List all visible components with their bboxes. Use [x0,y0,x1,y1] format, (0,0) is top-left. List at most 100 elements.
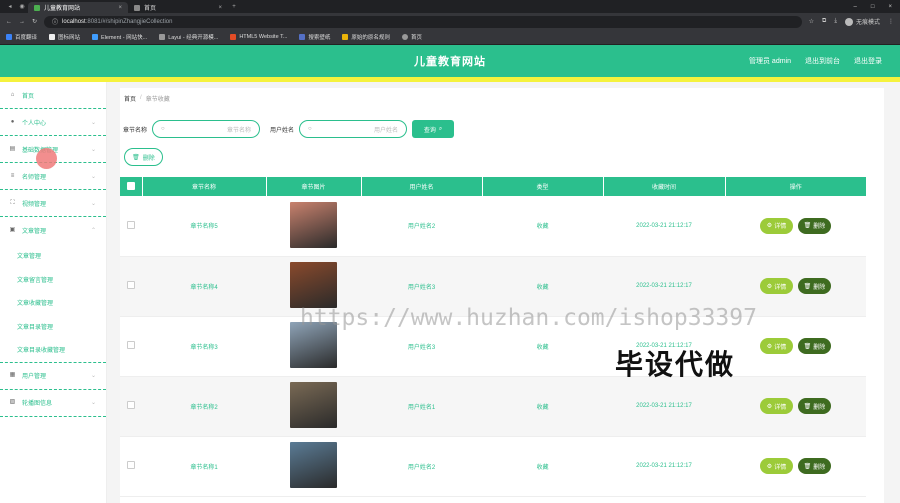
bookmark-item[interactable]: 百度翻译 [6,33,37,41]
chevron-down-icon: ⌄ [90,119,96,126]
close-tab-icon[interactable]: × [218,5,222,11]
bookmarks-bar: 百度翻译 图标网站 Element - 网站快... Layui - 经典开源模… [0,30,900,45]
url-field[interactable]: ⓘ localhost:8081/#/shipinZhangjieCollect… [44,15,802,28]
sidebar-item-users[interactable]: ▦ 用户管理 ⌄ [0,363,106,390]
breadcrumb-home[interactable]: 首页 [124,94,136,103]
bookmark-item[interactable]: 搜索壁纸 [299,33,330,41]
doc-icon: ▣ [9,227,16,233]
forward-icon[interactable]: → [19,19,25,25]
back-history-icon[interactable]: ◂ [4,3,16,10]
delete-button[interactable]: 🗑 删除 [798,458,831,474]
bookmark-item[interactable]: 首页 [401,33,422,41]
chapter-thumbnail [290,201,337,248]
menu-dots-icon[interactable]: ⋮ [888,18,894,25]
detail-icon: ⚙ [766,463,773,470]
logout-link[interactable]: 退出登录 [854,56,882,66]
bookmark-item[interactable]: 原始的原名规则 [342,33,390,41]
batch-delete-button[interactable]: 🗑 删除 [124,148,163,166]
detail-button[interactable]: ⚙ 详情 [760,217,793,234]
sidebar-item-label: 个人中心 [22,120,47,127]
delete-button[interactable]: 🗑 删除 [798,217,831,234]
trash-icon: 🗑 [803,403,812,410]
row-checkbox[interactable] [127,341,135,349]
profile-button[interactable]: 无痕模式 [844,17,880,26]
app-header: 儿童教育网站 管理员 admin 退出到前台 退出登录 [0,45,900,77]
search-icon: ○ [308,126,312,132]
delete-button[interactable]: 🗑 删除 [798,278,831,294]
bookmark-item[interactable]: Layui - 经典开源模... [159,33,218,41]
info-icon: ⓘ [52,20,59,26]
minimize-icon[interactable]: – [854,4,857,10]
chevron-down-icon: ⌄ [90,146,96,153]
database-icon: ▤ [9,145,16,152]
sidebar-item-articles[interactable]: ▣ 文章管理 ⌃ [0,217,106,244]
submenu-item[interactable]: 文章管理 [0,244,106,268]
tab-title: 儿童教育网站 [44,6,81,12]
delete-button[interactable]: 🗑 删除 [798,398,831,414]
downloads-icon[interactable]: ⤓ [834,18,837,25]
detail-button[interactable]: ⚙ 详情 [760,278,793,294]
row-select-cell[interactable] [120,376,142,437]
bookmark-star-icon[interactable]: ☆ [809,18,814,25]
user-name-input[interactable]: ○ 用户姓名 [299,120,408,138]
row-checkbox[interactable] [127,220,135,229]
sidebar-item-home[interactable]: ⌂ 首页 [0,82,106,109]
sidebar-item-profile[interactable]: ● 个人中心 ⌄ [0,109,106,136]
extension-icon[interactable]: ◉ [16,3,28,10]
bookmark-label: 图标网站 [58,35,81,41]
row-checkbox[interactable] [127,281,135,289]
site-favicon-icon [34,4,40,11]
sidebar-item-label: 文章管理 [22,229,47,235]
select-all-checkbox[interactable] [126,181,135,190]
chapter-image-cell [266,376,361,437]
actions-cell: ⚙ 详情 🗑 删除 [725,436,866,497]
row-checkbox[interactable] [127,461,135,469]
browser-tab-bar: ◂ ◉ 儿童教育网站 × 首页 × + – □ × [0,0,900,13]
bookmark-label: Element - 网站快... [101,35,148,41]
detail-button[interactable]: ⚙ 详情 [760,458,793,474]
back-to-frontend-link[interactable]: 退出到前台 [805,56,840,66]
address-bar-row: ← → ↻ ⓘ localhost:8081/#/shipinZhangjieC… [0,13,900,30]
row-checkbox[interactable] [127,401,135,409]
profile-label: 无痕模式 [855,20,880,26]
query-button[interactable]: 查询 ⌕ [412,120,455,138]
chapter-name-cell: 章节名称4 [142,256,266,317]
browser-tab[interactable]: 首页 × [128,2,228,13]
delete-button[interactable]: 🗑 删除 [798,338,831,354]
close-window-icon[interactable]: × [888,4,892,10]
icon-site-icon [49,34,56,40]
new-tab-icon[interactable]: + [228,4,240,10]
globe-icon [159,34,166,40]
collection-table: 章节名称 章节图片 用户姓名 类型 收藏时间 操作 章节名称5 用户姓名2 收藏 20… [120,177,866,497]
html5-icon [230,34,237,40]
extensions-icon[interactable]: ⧉ [822,18,826,25]
sidebar-item-teachers[interactable]: ≡ 名师管理 ⌄ [0,163,106,190]
detail-button[interactable]: ⚙ 详情 [760,338,793,354]
browser-tab-active[interactable]: 儿童教育网站 × [28,2,128,13]
sidebar-item-videos[interactable]: ⛶ 视频管理 ⌄ [0,190,106,217]
submenu-item[interactable]: 文章目录收藏管理 [0,338,106,362]
row-select-cell[interactable] [120,316,142,377]
search-icon: ⌕ [438,125,443,132]
maximize-icon[interactable]: □ [871,4,875,10]
bookmark-item[interactable]: 图标网站 [49,33,80,41]
close-tab-icon[interactable]: × [118,5,122,11]
row-select-cell[interactable] [120,256,142,317]
breadcrumb-separator: / [140,95,142,101]
sidebar-item-carousel[interactable]: ▨ 轮播图信息 ⌄ [0,390,106,417]
submenu-item[interactable]: 文章留言管理 [0,268,106,292]
detail-button[interactable]: ⚙ 详情 [760,398,793,414]
bookmark-item[interactable]: Element - 网站快... [92,33,147,41]
type-cell: 收藏 [482,376,603,437]
chapter-name-input[interactable]: ○ 章节名称 [152,120,261,138]
bookmark-item[interactable]: HTML5 Website T... [230,34,287,40]
back-icon[interactable]: ← [6,19,12,25]
submenu-item[interactable]: 文章收藏管理 [0,291,106,315]
translate-icon [6,34,12,40]
header-select-all[interactable] [120,177,143,196]
reload-icon[interactable]: ↻ [32,18,37,25]
row-select-cell[interactable] [120,196,142,257]
header-cell: 章节名称 [142,177,267,196]
submenu-item[interactable]: 文章目录管理 [0,315,106,339]
row-select-cell[interactable] [120,436,142,497]
